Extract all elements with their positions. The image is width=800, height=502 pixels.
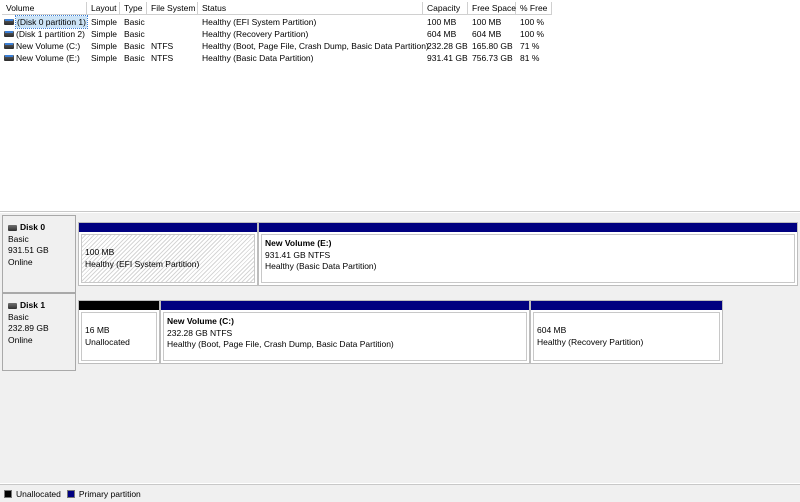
type-cell: Basic <box>124 41 145 51</box>
volume-name-cell[interactable]: (Disk 0 partition 1) <box>2 15 88 29</box>
legend-primary: Primary partition <box>78 488 141 499</box>
fs-cell: NTFS <box>151 41 174 51</box>
partition-body: 16 MB Unallocated <box>81 312 157 361</box>
free-space-cell: 165.80 GB <box>472 41 513 51</box>
col-header-free-space[interactable]: Free Space <box>468 2 516 15</box>
disk-row-1: Disk 1 Basic 232.89 GB Online 16 MB Unal… <box>0 293 800 371</box>
partition-size: 100 MB <box>85 247 115 257</box>
col-header-volume[interactable]: Volume <box>2 2 87 15</box>
layout-cell: Simple <box>91 29 117 39</box>
type-cell: Basic <box>124 53 145 63</box>
disk-icon <box>8 224 17 231</box>
capacity-cell: 604 MB <box>427 29 457 39</box>
volume-name-cell[interactable]: New Volume (E:) <box>2 52 87 64</box>
partition-body: 604 MB Healthy (Recovery Partition) <box>533 312 720 361</box>
disk-state: Online <box>8 334 33 345</box>
disk-size: 232.89 GB <box>8 323 49 333</box>
partition-status: Healthy (EFI System Partition) <box>85 258 200 269</box>
disk-type: Basic <box>8 233 29 244</box>
layout-cell: Simple <box>91 41 117 51</box>
disk-icon <box>8 302 17 309</box>
layout-cell: Simple <box>91 53 117 63</box>
free-space-cell: 756.73 GB <box>472 53 513 63</box>
primary-partition-swatch <box>66 489 75 498</box>
status-cell: Healthy (Recovery Partition) <box>202 29 309 39</box>
partition-body: New Volume (E:) 931.41 GB NTFS Healthy (… <box>261 234 795 283</box>
partition-bar <box>79 223 257 232</box>
col-header-layout[interactable]: Layout <box>87 2 120 15</box>
partition-status: Healthy (Boot, Page File, Crash Dump, Ba… <box>167 339 394 349</box>
disk-size: 931.51 GB <box>8 245 49 255</box>
disk-row-0: Disk 0 Basic 931.51 GB Online 100 MB Hea… <box>0 215 800 293</box>
status-cell: Healthy (EFI System Partition) <box>202 17 317 27</box>
disk-type: Basic <box>8 311 29 322</box>
capacity-cell: 232.28 GB <box>427 41 468 51</box>
volume-name-cell[interactable]: New Volume (C:) <box>2 40 87 52</box>
partition-body: 100 MB Healthy (EFI System Partition) <box>81 234 255 283</box>
partition-efi[interactable]: 100 MB Healthy (EFI System Partition) <box>78 222 258 286</box>
volume-icon <box>4 43 14 49</box>
partition-name: New Volume (E:) <box>265 238 332 248</box>
disk-map-pane[interactable]: Disk 0 Basic 931.51 GB Online 100 MB Hea… <box>0 213 800 483</box>
volume-icon <box>4 55 14 61</box>
capacity-cell: 100 MB <box>427 17 457 27</box>
pct-free-cell: 100 % <box>520 17 545 27</box>
partition-bar <box>79 301 159 310</box>
legend-unallocated: Unallocated <box>16 488 61 499</box>
volume-list[interactable]: Volume Layout Type File System Status Ca… <box>0 0 800 212</box>
partition-name: New Volume (C:) <box>167 316 234 326</box>
partition-bar <box>531 301 722 310</box>
fs-cell <box>147 16 151 28</box>
pct-free-cell: 100 % <box>520 29 545 39</box>
volume-icon <box>4 31 14 37</box>
partition-body: New Volume (C:) 232.28 GB NTFS Healthy (… <box>163 312 527 361</box>
partition-size: 931.41 GB NTFS <box>265 249 331 260</box>
partition-status: Unallocated <box>85 336 130 347</box>
volume-icon <box>4 19 14 25</box>
partition-c[interactable]: New Volume (C:) 232.28 GB NTFS Healthy (… <box>160 300 530 364</box>
disk-state: Online <box>8 256 33 267</box>
partition-recovery[interactable]: 604 MB Healthy (Recovery Partition) <box>530 300 723 364</box>
volume-name: New Volume (C:) <box>16 41 81 51</box>
partition-e[interactable]: New Volume (E:) 931.41 GB NTFS Healthy (… <box>258 222 798 286</box>
free-space-cell: 100 MB <box>472 17 502 27</box>
partition-size: 232.28 GB NTFS <box>167 327 233 338</box>
partition-size: 604 MB <box>537 325 567 335</box>
col-header-pct-free[interactable]: % Free <box>516 2 552 15</box>
layout-cell: Simple <box>91 17 117 27</box>
disk-label-0[interactable]: Disk 0 Basic 931.51 GB Online <box>2 215 76 293</box>
partition-status: Healthy (Basic Data Partition) <box>265 261 377 271</box>
legend-bar: Unallocated Primary partition <box>0 484 800 502</box>
fs-cell: NTFS <box>151 53 174 63</box>
disk-title: Disk 0 <box>20 222 46 232</box>
col-header-status[interactable]: Status <box>198 2 423 15</box>
type-cell: Basic <box>124 29 145 39</box>
volume-name: (Disk 0 partition 1) <box>15 15 88 29</box>
status-cell: Healthy (Boot, Page File, Crash Dump, Ba… <box>202 41 429 51</box>
partition-size: 16 MB <box>85 325 110 335</box>
unallocated-swatch <box>4 489 12 498</box>
type-cell: Basic <box>124 17 145 27</box>
col-header-type[interactable]: Type <box>120 2 147 15</box>
partition-bar <box>259 223 797 232</box>
partition-bar <box>161 301 529 310</box>
fs-cell <box>147 28 151 40</box>
status-cell: Healthy (Basic Data Partition) <box>202 53 314 63</box>
partition-unallocated[interactable]: 16 MB Unallocated <box>78 300 160 364</box>
volume-name-cell[interactable]: (Disk 1 partition 2) <box>2 28 87 40</box>
volume-name: New Volume (E:) <box>16 53 80 63</box>
disk-label-1[interactable]: Disk 1 Basic 232.89 GB Online <box>2 293 76 371</box>
col-header-file-system[interactable]: File System <box>147 2 198 15</box>
pct-free-cell: 71 % <box>520 41 540 51</box>
pct-free-cell: 81 % <box>520 53 540 63</box>
capacity-cell: 931.41 GB <box>427 53 468 63</box>
volume-name: (Disk 1 partition 2) <box>16 29 85 39</box>
disk-title: Disk 1 <box>20 300 46 310</box>
free-space-cell: 604 MB <box>472 29 502 39</box>
col-header-capacity[interactable]: Capacity <box>423 2 468 15</box>
partition-status: Healthy (Recovery Partition) <box>537 336 644 347</box>
